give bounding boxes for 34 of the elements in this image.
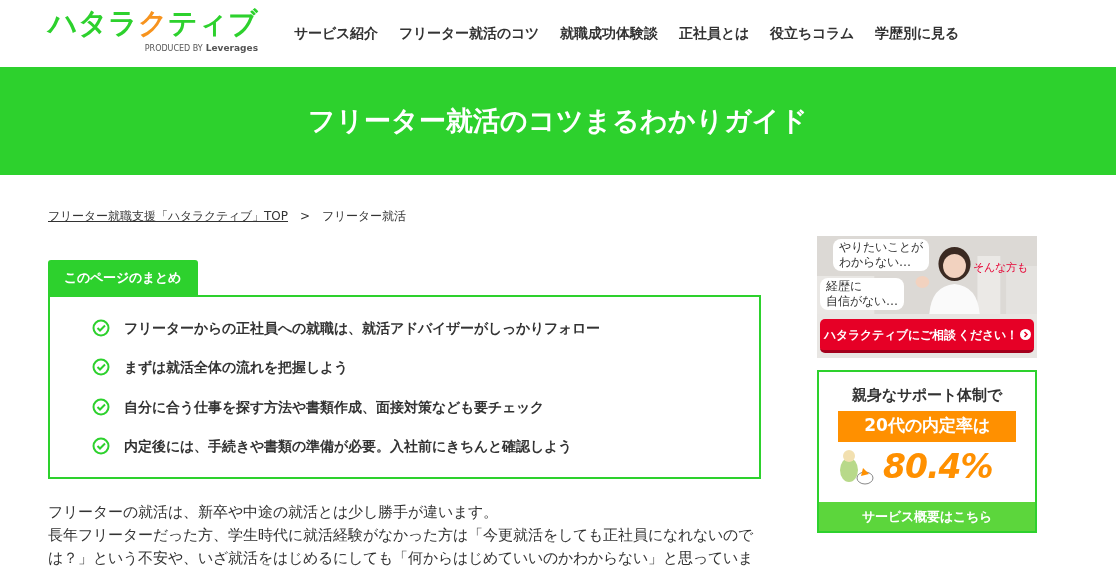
chevron-circle-icon <box>1019 329 1031 340</box>
consultation-banner[interactable]: やりたいことが わからない… 経歴に 自信がない… そんな方も ハタラクティブにご相談 ください！ <box>817 236 1037 358</box>
banner-highlight: 20代の内定率は <box>838 410 1016 442</box>
nav-link[interactable]: サービス紹介 <box>294 23 378 44</box>
check-circle-icon <box>92 319 110 338</box>
summary-item: フリーターからの正社員への就職は、就活アドバイザーがしっかりフォロー <box>124 319 600 338</box>
logo-caption: PRODUCED BY <box>144 42 203 55</box>
summary-item: 内定後には、手続きや書類の準備が必要。入社前にきちんと確認しよう <box>124 436 572 456</box>
check-circle-icon <box>92 436 110 455</box>
bubble-text: やりたいことが <box>839 240 923 255</box>
breadcrumb-link[interactable]: フリーター就職支援「ハタラクティブ」TOP <box>48 206 288 225</box>
nav-link[interactable]: 学歴別に見る <box>875 23 959 44</box>
nav-link[interactable]: 正社員とは <box>679 23 749 44</box>
logo-brand: Leverages <box>205 41 258 55</box>
body-paragraph: フリーターの就活は、新卒や中途の就活とは少し勝手が違います。 <box>48 502 499 523</box>
summary-item: 自分に合う仕事を探す方法や書類作成、面接対策なども要チェック <box>124 397 544 417</box>
breadcrumb-current: フリーター就活 <box>322 207 407 225</box>
check-circle-icon <box>92 358 110 377</box>
bubble-text: 経歴に <box>826 279 863 294</box>
nav-link[interactable]: 役立ちコラム <box>770 23 854 44</box>
service-banner[interactable]: 親身なサポート体制で 20代の内定率は 80.4% サービス概要はこちら <box>817 370 1037 533</box>
nav-link[interactable]: 就職成功体験談 <box>560 23 658 44</box>
summary-item: まずは就活全体の流れを把握しよう <box>124 358 348 378</box>
consultation-button[interactable]: ハタラクティブにご相談 ください！ <box>820 319 1034 353</box>
body-paragraph: 長年フリーターだった方、学生時代に就活経験がなかった方は「今更就活をしても正社員になれないのでは？」という不安や、いざ就活をはじめるにしても「何からはじめていいのかわからない」と思っていま <box>48 525 754 569</box>
banner-heading: 親身なサポート体制で <box>852 385 1002 406</box>
breadcrumb-separator: > <box>300 207 311 225</box>
check-circle-icon <box>92 397 110 416</box>
tagline: そんな方も <box>973 260 1028 276</box>
nav-link[interactable]: フリーター就活のコツ <box>399 23 539 44</box>
bubble-text: 自信がない… <box>826 294 898 309</box>
success-rate: 80.4% <box>883 445 993 488</box>
bubble-text: わからない… <box>839 255 912 270</box>
page-title: フリーター就活のコツまるわかりガイド <box>308 103 808 138</box>
